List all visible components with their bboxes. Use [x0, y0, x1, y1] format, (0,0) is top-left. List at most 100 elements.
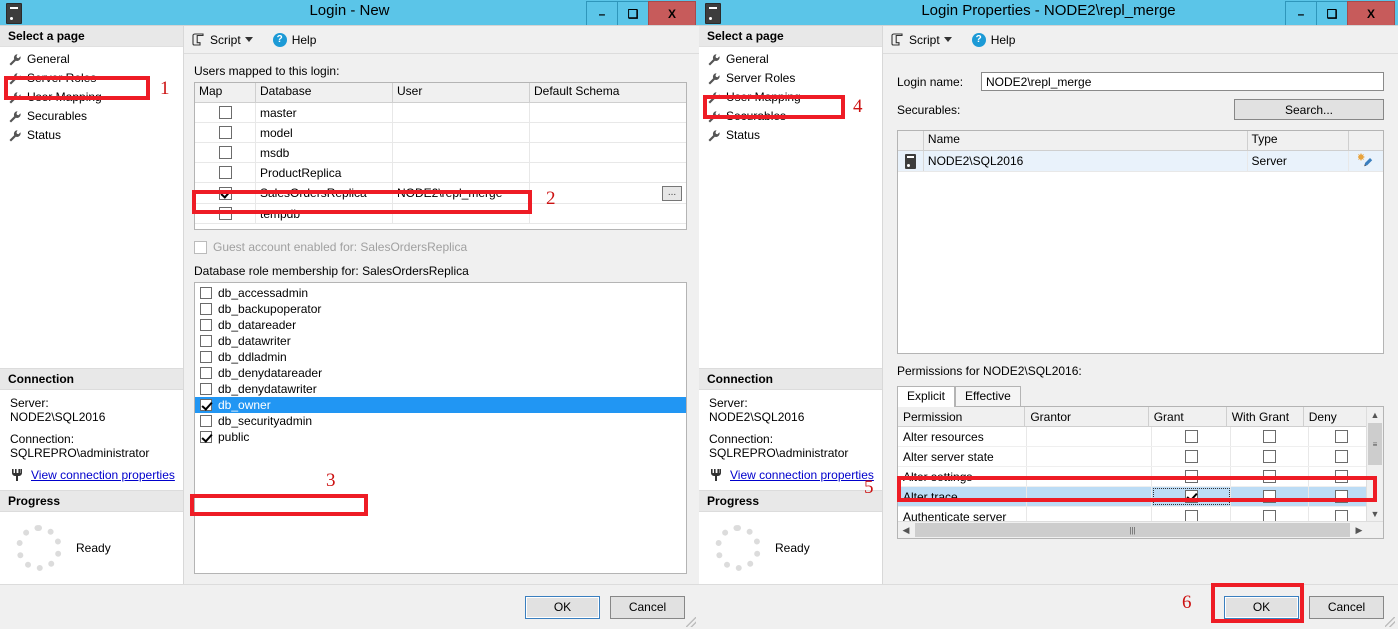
sidebar-item-server-roles[interactable]: Server Roles	[0, 69, 183, 88]
column-header-grant[interactable]: Grant	[1149, 407, 1227, 426]
list-item[interactable]: public	[195, 429, 686, 445]
list-item[interactable]: db_denydatareader	[195, 365, 686, 381]
column-header-type[interactable]: Type	[1248, 131, 1350, 150]
help-button[interactable]: ? Help	[272, 32, 316, 47]
minimize-button[interactable]: –	[586, 1, 618, 26]
role-checkbox[interactable]	[200, 415, 212, 427]
sidebar-item-status[interactable]: Status	[0, 126, 183, 145]
list-item[interactable]: db_securityadmin	[195, 413, 686, 429]
table-row[interactable]: ProductReplica	[195, 163, 686, 183]
grant-checkbox[interactable]	[1184, 450, 1198, 463]
row-map-checkbox[interactable]	[218, 126, 232, 139]
database-role-membership-list[interactable]: db_accessadmin db_backupoperator db_data…	[194, 282, 687, 574]
maximize-button[interactable]: ❑	[617, 1, 649, 26]
scroll-down-button[interactable]: ▼	[1367, 506, 1383, 522]
list-item-db-owner[interactable]: db_owner	[195, 397, 686, 413]
table-row[interactable]: NODE2\SQL2016 Server	[898, 151, 1383, 172]
row-map-checkbox[interactable]	[218, 166, 232, 179]
table-row[interactable]: tempdb	[195, 204, 686, 224]
right-view-connection-properties[interactable]: View connection properties	[709, 468, 874, 482]
script-button[interactable]: Script	[192, 33, 263, 47]
column-header-deny[interactable]: Deny	[1304, 407, 1367, 426]
table-row[interactable]: master	[195, 103, 686, 123]
table-row[interactable]: SalesOrdersReplica NODE2\repl_merge ...	[195, 183, 686, 204]
sidebar-item-server-roles[interactable]: Server Roles	[699, 69, 882, 88]
table-row-alter-trace[interactable]: Alter trace	[898, 487, 1383, 507]
with-grant-checkbox[interactable]	[1263, 450, 1276, 463]
sidebar-item-general[interactable]: General	[699, 50, 882, 69]
column-header-default-schema[interactable]: Default Schema	[530, 83, 685, 102]
deny-checkbox[interactable]	[1334, 430, 1348, 443]
ok-button[interactable]: OK	[525, 595, 600, 619]
edit-permissions-icon[interactable]	[1357, 152, 1374, 170]
deny-checkbox[interactable]	[1334, 470, 1348, 483]
role-checkbox[interactable]	[200, 335, 212, 347]
guest-account-checkbox[interactable]	[194, 240, 207, 254]
list-item[interactable]: db_datareader	[195, 317, 686, 333]
sidebar-item-user-mapping[interactable]: User Mapping	[0, 88, 183, 107]
with-grant-checkbox[interactable]	[1263, 490, 1276, 503]
role-checkbox[interactable]	[200, 303, 212, 315]
left-titlebar[interactable]: Login - New – ❑ X	[0, 0, 699, 26]
resize-grip[interactable]	[686, 617, 696, 627]
tab-explicit[interactable]: Explicit	[897, 386, 956, 407]
deny-checkbox[interactable]	[1334, 450, 1348, 463]
role-checkbox[interactable]	[200, 383, 212, 395]
row-map-checkbox[interactable]	[218, 146, 232, 159]
with-grant-checkbox[interactable]	[1263, 430, 1276, 443]
hscroll-thumb[interactable]: |||	[915, 523, 1350, 537]
chevron-down-icon[interactable]	[943, 37, 952, 42]
grant-checkbox[interactable]	[1184, 430, 1198, 443]
deny-checkbox[interactable]	[1334, 490, 1348, 503]
link-label[interactable]: View connection properties	[31, 468, 175, 482]
role-checkbox[interactable]	[200, 431, 212, 443]
row-map-checkbox[interactable]	[218, 207, 232, 220]
row-map-checkbox[interactable]	[218, 106, 232, 119]
with-grant-checkbox[interactable]	[1263, 470, 1276, 483]
securables-grid[interactable]: Name Type NODE2\SQL2016 Server	[897, 130, 1384, 354]
column-header-database[interactable]: Database	[256, 83, 393, 102]
table-row[interactable]: model	[195, 123, 686, 143]
guest-account-checkbox-row[interactable]: Guest account enabled for: SalesOrdersRe…	[194, 240, 687, 254]
grant-checkbox[interactable]	[1184, 490, 1198, 503]
list-item[interactable]: db_datawriter	[195, 333, 686, 349]
left-view-connection-properties[interactable]: View connection properties	[10, 468, 175, 482]
column-header-map[interactable]: Map	[195, 83, 256, 102]
table-row[interactable]: msdb	[195, 143, 686, 163]
script-button[interactable]: Script	[891, 33, 962, 47]
users-mapped-grid[interactable]: Map Database User Default Schema master	[194, 82, 687, 230]
link-label[interactable]: View connection properties	[730, 468, 874, 482]
permissions-vertical-scrollbar[interactable]: ▲ ≡ ▼	[1366, 407, 1383, 522]
help-button[interactable]: ? Help	[971, 32, 1015, 47]
sidebar-item-securables[interactable]: Securables	[0, 107, 183, 126]
scroll-left-button[interactable]: ◀	[898, 522, 914, 538]
sidebar-item-status[interactable]: Status	[699, 126, 882, 145]
column-header-with-grant[interactable]: With Grant	[1227, 407, 1304, 426]
resize-grip[interactable]	[1385, 617, 1395, 627]
grant-checkbox[interactable]	[1184, 470, 1198, 483]
list-item[interactable]: db_accessadmin	[195, 285, 686, 301]
right-titlebar[interactable]: Login Properties - NODE2\repl_merge – ❑ …	[699, 0, 1398, 26]
close-button[interactable]: X	[648, 1, 696, 26]
column-header-permission[interactable]: Permission	[898, 407, 1026, 426]
chevron-down-icon[interactable]	[244, 37, 253, 42]
sidebar-item-general[interactable]: General	[0, 50, 183, 69]
close-button[interactable]: X	[1347, 1, 1395, 26]
scroll-right-button[interactable]: ▶	[1351, 522, 1367, 538]
scroll-up-button[interactable]: ▲	[1367, 407, 1383, 423]
table-row[interactable]: Alter resources	[898, 427, 1383, 447]
login-name-field[interactable]: NODE2\repl_merge	[981, 72, 1384, 91]
role-checkbox[interactable]	[200, 287, 212, 299]
default-schema-browse-button[interactable]: ...	[662, 185, 682, 201]
table-row[interactable]: Alter server state	[898, 447, 1383, 467]
role-checkbox[interactable]	[200, 319, 212, 331]
table-row[interactable]: Alter settings	[898, 467, 1383, 487]
column-header-name[interactable]: Name	[924, 131, 1248, 150]
cancel-button[interactable]: Cancel	[610, 595, 685, 619]
list-item[interactable]: db_backupoperator	[195, 301, 686, 317]
cancel-button[interactable]: Cancel	[1309, 595, 1384, 619]
column-header-grantor[interactable]: Grantor	[1025, 407, 1149, 426]
vscroll-thumb[interactable]: ≡	[1368, 423, 1382, 465]
search-button[interactable]: Search...	[1234, 99, 1384, 120]
tab-effective[interactable]: Effective	[955, 386, 1021, 406]
